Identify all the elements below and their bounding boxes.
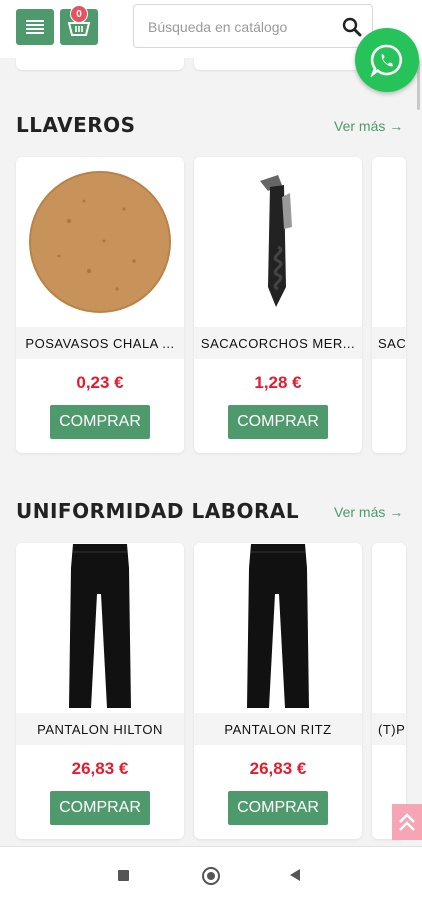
cart-button[interactable]: 0 xyxy=(60,5,98,45)
cart-count-badge: 0 xyxy=(70,5,88,23)
product-image[interactable] xyxy=(372,543,406,713)
product-price: 1,28 € xyxy=(254,373,302,392)
search-box xyxy=(133,4,373,48)
coaster-image xyxy=(29,171,171,313)
product-name[interactable]: SAC xyxy=(372,327,406,359)
product-name[interactable]: SACACORCHOS MER... xyxy=(194,327,362,359)
product-price: 26,83 € xyxy=(249,759,307,778)
product-image[interactable] xyxy=(372,157,406,327)
product-name[interactable]: PANTALON HILTON xyxy=(16,713,184,745)
buy-button[interactable]: COMPRAR xyxy=(228,405,328,439)
product-image[interactable] xyxy=(16,157,184,327)
section-title: LLAVEROS xyxy=(16,113,136,137)
see-more-link[interactable]: Ver más → xyxy=(334,118,403,134)
product-image[interactable] xyxy=(194,157,362,327)
buy-button[interactable]: COMPRAR xyxy=(50,791,150,825)
back-icon[interactable] xyxy=(290,869,300,881)
product-card[interactable]: POSAVASOS CHALA ... 0,23 € COMPRAR xyxy=(16,157,184,453)
product-name[interactable]: PANTALON RITZ xyxy=(194,713,362,745)
product-card[interactable]: SAC xyxy=(372,157,406,453)
trousers-image xyxy=(69,544,131,708)
product-card[interactable]: PANTALON RITZ 26,83 € COMPRAR xyxy=(194,543,362,839)
whatsapp-button[interactable] xyxy=(355,28,419,92)
trousers-image xyxy=(247,544,309,708)
product-price: 26,83 € xyxy=(71,759,129,778)
product-name[interactable]: POSAVASOS CHALA ... xyxy=(16,327,184,359)
product-name[interactable]: (T)P xyxy=(372,713,406,745)
menu-button[interactable] xyxy=(16,9,54,45)
product-image[interactable] xyxy=(16,543,184,713)
section-title: UNIFORMIDAD LABORAL xyxy=(16,499,300,523)
chevron-up-icon xyxy=(399,813,415,831)
product-card[interactable]: PANTALON HILTON 26,83 € COMPRAR xyxy=(16,543,184,839)
corkscrew-image xyxy=(260,175,292,307)
search-input[interactable] xyxy=(146,15,340,39)
whatsapp-icon xyxy=(370,44,403,77)
menu-icon xyxy=(26,20,44,34)
product-card[interactable]: SACACORCHOS MER... 1,28 € COMPRAR xyxy=(194,157,362,453)
buy-button[interactable]: COMPRAR xyxy=(228,791,328,825)
search-icon[interactable] xyxy=(342,17,362,37)
home-icon[interactable] xyxy=(202,867,220,885)
system-navigation-bar xyxy=(0,846,422,901)
scroll-to-top-button[interactable] xyxy=(392,804,422,840)
buy-button[interactable]: COMPRAR xyxy=(50,405,150,439)
see-more-link[interactable]: Ver más → xyxy=(334,504,403,520)
product-card[interactable]: (T)P xyxy=(372,543,406,839)
product-image[interactable] xyxy=(194,543,362,713)
recent-apps-icon[interactable] xyxy=(118,870,129,881)
product-price: 0,23 € xyxy=(76,373,124,392)
